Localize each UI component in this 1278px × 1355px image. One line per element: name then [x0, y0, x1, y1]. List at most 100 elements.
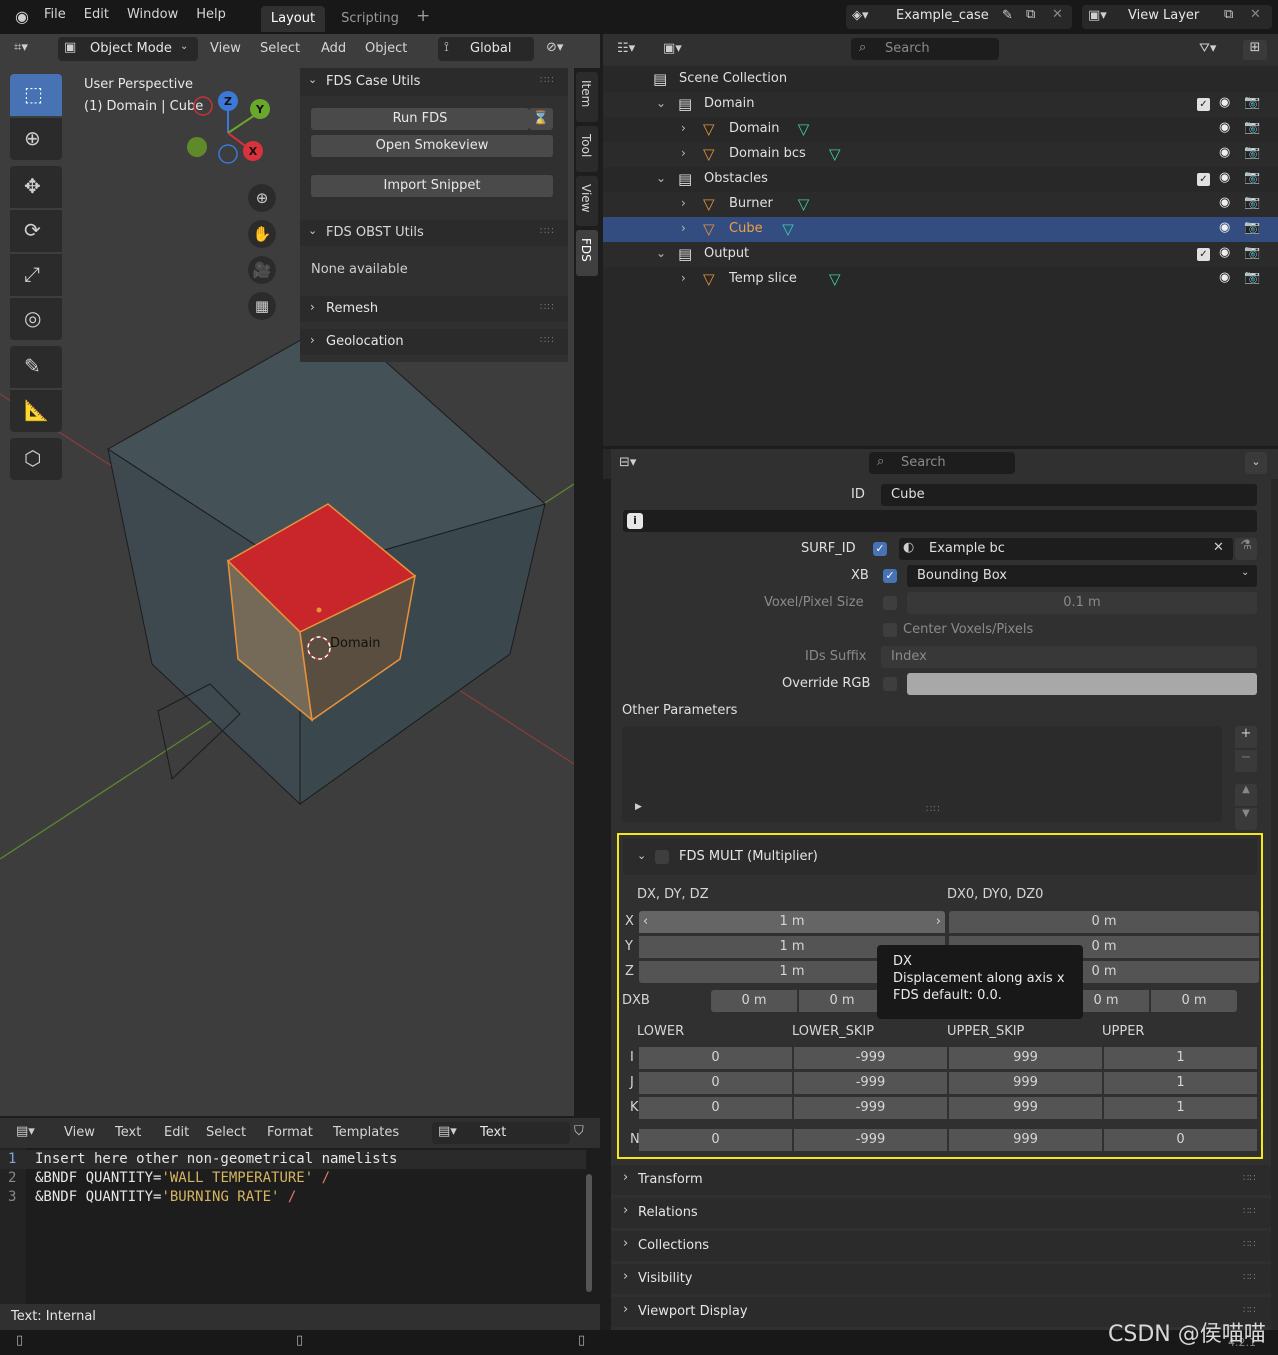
skip-field[interactable]: 0 [639, 1072, 792, 1094]
chevron-down-icon[interactable]: ⌄ [656, 171, 666, 185]
menu-window[interactable]: Window [127, 7, 178, 22]
eye-icon[interactable]: ◉ [1219, 120, 1230, 135]
skip-field[interactable]: 0 [639, 1047, 792, 1069]
dxb-field[interactable]: 0 m [1151, 990, 1237, 1012]
panel-relations[interactable]: › Relations ∷∷ [611, 1198, 1271, 1228]
drag-handle-icon[interactable]: ∷∷ [540, 226, 555, 237]
editor-type-icon[interactable]: ⌗▾ [14, 40, 28, 55]
drag-handle-icon[interactable]: ∷∷ [1243, 1239, 1256, 1250]
mesh-data-icon[interactable]: ▽ [798, 195, 810, 213]
snap-icon[interactable]: ⊘▾ [546, 40, 563, 55]
add-param-icon[interactable]: + [1235, 726, 1257, 748]
code-line[interactable]: 1 Insert here other non-geometrical namel… [0, 1150, 586, 1169]
properties-type-icon[interactable]: ⊟▾ [619, 455, 636, 470]
chevron-down-icon[interactable]: ⌄ [1245, 452, 1267, 474]
exclude-checkbox[interactable]: ✓ [1197, 98, 1210, 111]
xb-dropdown[interactable]: Bounding Box ⌄ [907, 565, 1257, 587]
outliner-row[interactable]: ▤ Scene Collection [603, 67, 1278, 92]
eye-icon[interactable]: ◉ [1219, 170, 1230, 185]
n-field[interactable]: 999 [949, 1129, 1102, 1151]
te-menu-view[interactable]: View [64, 1125, 95, 1140]
text-scrollbar[interactable] [586, 1174, 592, 1292]
te-menu-select[interactable]: Select [206, 1125, 246, 1140]
tab-layout[interactable]: Layout [261, 6, 325, 32]
obst-utils-header[interactable]: ⌄ FDS OBST Utils ∷∷ [300, 220, 568, 246]
eye-icon[interactable]: ◉ [1219, 95, 1230, 110]
case-utils-header[interactable]: ⌄ FDS Case Utils ∷∷ [300, 68, 568, 96]
camera-view-icon[interactable]: 🎥 [248, 256, 276, 284]
blender-logo-icon[interactable]: ◉ [12, 7, 32, 26]
mult-header[interactable]: ⌄ FDS MULT (Multiplier) [623, 839, 1257, 875]
viewport-3d[interactable]: Domain ⌗▾ ▣ Object Mode ⌄ View Select Ad… [0, 34, 600, 1116]
voxel-field[interactable]: 0.1 m [907, 592, 1257, 614]
exclude-checkbox[interactable]: ✓ [1197, 248, 1210, 261]
menu-file[interactable]: File [44, 7, 66, 22]
color-swatch[interactable] [907, 673, 1257, 695]
info-field[interactable]: i [623, 510, 1257, 532]
eye-icon[interactable]: ◉ [1219, 270, 1230, 285]
mesh-data-icon[interactable]: ▽ [798, 120, 810, 138]
skip-field[interactable]: 1 [1104, 1097, 1257, 1119]
chevron-right-icon[interactable]: › [681, 146, 686, 160]
id-field[interactable]: Cube [881, 484, 1257, 506]
new-collection-icon[interactable]: ⊞ [1243, 40, 1267, 60]
camera-icon[interactable]: 📷 [1244, 195, 1260, 210]
navigation-gizmo[interactable]: Z Y X [180, 89, 280, 199]
n-field[interactable]: 0 [1104, 1129, 1257, 1151]
chevron-down-icon[interactable]: ⌄ [656, 246, 666, 260]
other-params-list[interactable]: ▶ ∷∷ [622, 726, 1222, 822]
override-rgb-checkbox[interactable] [883, 677, 897, 691]
perspective-grid-icon[interactable]: ▦ [248, 292, 276, 320]
camera-icon[interactable]: 📷 [1244, 170, 1260, 185]
eye-icon[interactable]: ◉ [1219, 245, 1230, 260]
chevron-right-icon[interactable]: › [681, 221, 686, 235]
panel-collections[interactable]: › Collections ∷∷ [611, 1231, 1271, 1261]
d-field-x[interactable]: 1 m ‹ › [639, 911, 945, 933]
resize-handle-icon[interactable]: ∷∷ [926, 804, 941, 815]
expand-arrow-icon[interactable]: ▶ [635, 802, 642, 812]
new-view-layer-icon[interactable]: ⧉ [1224, 7, 1233, 22]
new-scene-icon[interactable]: ⧉ [1026, 7, 1035, 22]
drag-handle-icon[interactable]: ∷∷ [540, 302, 555, 313]
add-cube-tool[interactable]: ⬡ [10, 438, 62, 480]
move-down-icon[interactable]: ▼ [1235, 808, 1257, 830]
outliner-row[interactable]: › ▽ Cube ▽ ◉ 📷 [603, 217, 1278, 242]
center-voxels-checkbox[interactable] [883, 623, 897, 637]
skip-field[interactable]: -999 [794, 1047, 947, 1069]
panel-transform[interactable]: › Transform ∷∷ [611, 1165, 1271, 1195]
outliner-type-icon[interactable]: ☷▾ [617, 41, 635, 56]
text-editor-type-icon[interactable]: ▤▾ [16, 1124, 35, 1139]
import-snippet-button[interactable]: Import Snippet [311, 175, 553, 197]
code-line[interactable]: 2 &BNDF QUANTITY='WALL TEMPERATURE' / [0, 1169, 586, 1188]
zoom-icon[interactable]: ⊕ [248, 184, 276, 212]
outliner-row[interactable]: › ▽ Temp slice ▽ ◉ 📷 [603, 267, 1278, 292]
chevron-right-icon[interactable]: › [681, 271, 686, 285]
skip-field[interactable]: 0 [639, 1097, 792, 1119]
eye-icon[interactable]: ◉ [1219, 145, 1230, 160]
menu-select[interactable]: Select [260, 41, 300, 56]
transform-orientation[interactable]: ⟟ Global [438, 37, 534, 61]
pin-icon[interactable]: ✎ [1002, 8, 1013, 23]
pan-hand-icon[interactable]: ✋ [248, 220, 276, 248]
outliner-row[interactable]: › ▽ Domain ▽ ◉ 📷 [603, 117, 1278, 142]
menu-view[interactable]: View [210, 41, 241, 56]
transform-tool[interactable]: ◎ [10, 298, 62, 340]
menu-edit[interactable]: Edit [84, 7, 109, 22]
skip-field[interactable]: 999 [949, 1097, 1102, 1119]
remove-param-icon[interactable]: − [1235, 750, 1257, 772]
te-menu-text[interactable]: Text [115, 1125, 141, 1140]
chevron-down-icon[interactable]: ⌄ [656, 96, 666, 110]
code-line[interactable]: 3 &BNDF QUANTITY='BURNING RATE' / [0, 1188, 586, 1207]
outliner-row[interactable]: › ▽ Burner ▽ ◉ 📷 [603, 192, 1278, 217]
eyedropper-icon[interactable]: ⚗ [1235, 538, 1257, 560]
filter-icon[interactable]: ⛛▾ [1199, 41, 1216, 56]
n-field[interactable]: 0 [639, 1129, 792, 1151]
camera-icon[interactable]: 📷 [1244, 220, 1260, 235]
mesh-data-icon[interactable]: ▽ [829, 270, 841, 288]
mesh-data-icon[interactable]: ▽ [782, 220, 794, 238]
skip-field[interactable]: 1 [1104, 1072, 1257, 1094]
remesh-header[interactable]: › Remesh ∷∷ [300, 296, 568, 322]
outliner-row[interactable]: ⌄ ▤ Domain ✓ ◉ 📷 [603, 92, 1278, 117]
drag-handle-icon[interactable]: ∷∷ [540, 75, 555, 86]
panel-visibility[interactable]: › Visibility ∷∷ [611, 1264, 1271, 1294]
